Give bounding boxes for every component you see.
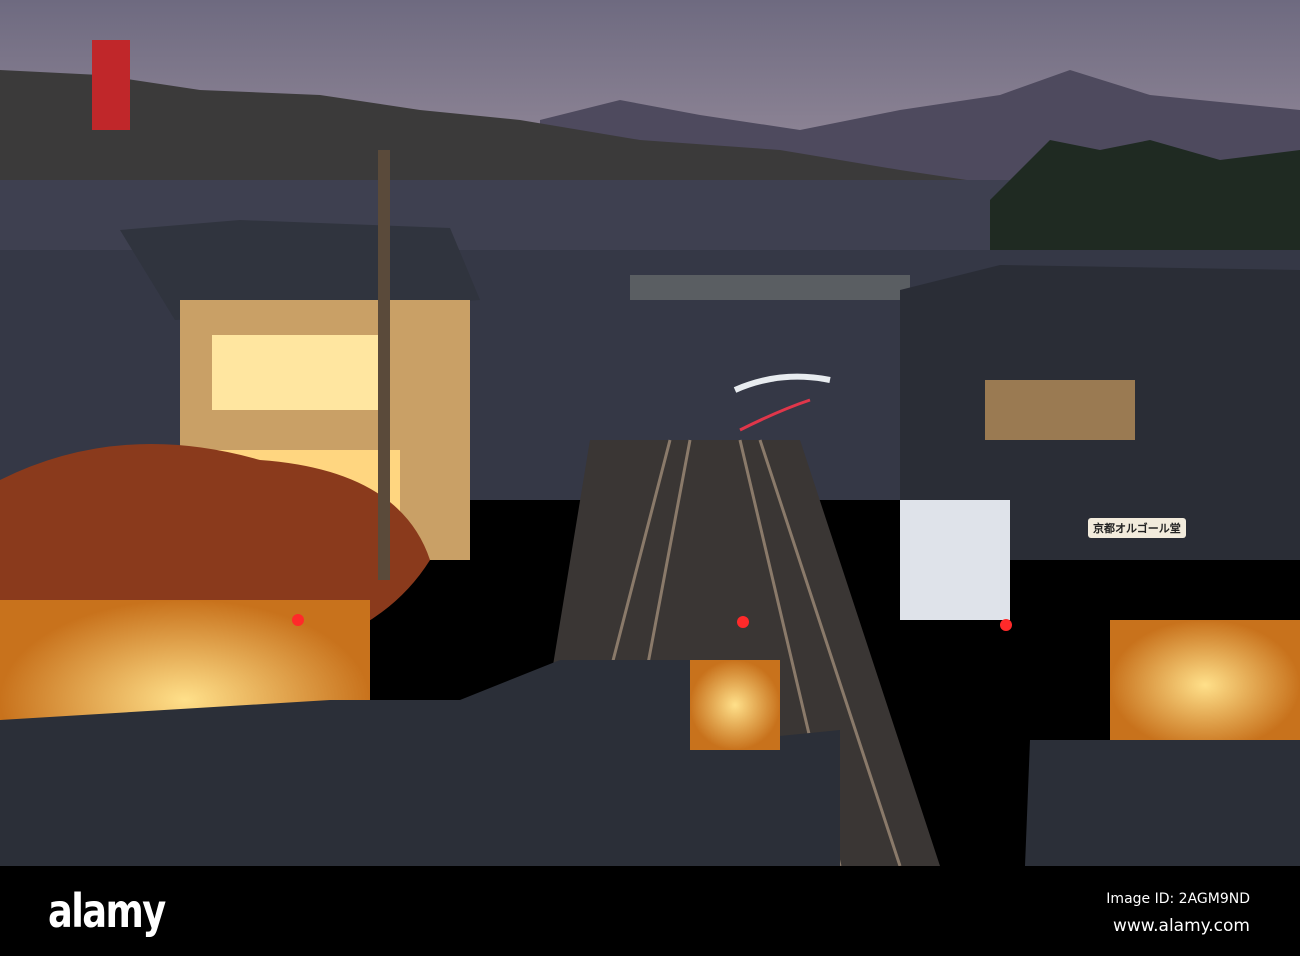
kimono-forest-lanterns-right (1110, 620, 1300, 750)
signal-red-left (292, 614, 304, 626)
crane (92, 40, 130, 130)
shop-sign: 京都オルゴール堂 (1088, 518, 1186, 538)
alamy-logo: alamy (48, 884, 166, 938)
signal-red-right (1000, 619, 1012, 631)
photo-scene (0, 0, 1300, 866)
watermark-url: www.alamy.com (1112, 916, 1250, 936)
right-house-wall (985, 380, 1135, 440)
watermark-bar: alamy Image ID: 2AGM9ND www.alamy.com (0, 866, 1300, 956)
utility-box (900, 500, 1010, 620)
image-id: Image ID: 2AGM9ND (1106, 891, 1250, 907)
lantern-strip-center (690, 660, 780, 750)
viaduct (630, 275, 910, 300)
signal-red-center (737, 616, 749, 628)
lit-window-upper (212, 335, 382, 410)
station-roof-right (1025, 740, 1300, 866)
utility-pole (378, 150, 390, 580)
